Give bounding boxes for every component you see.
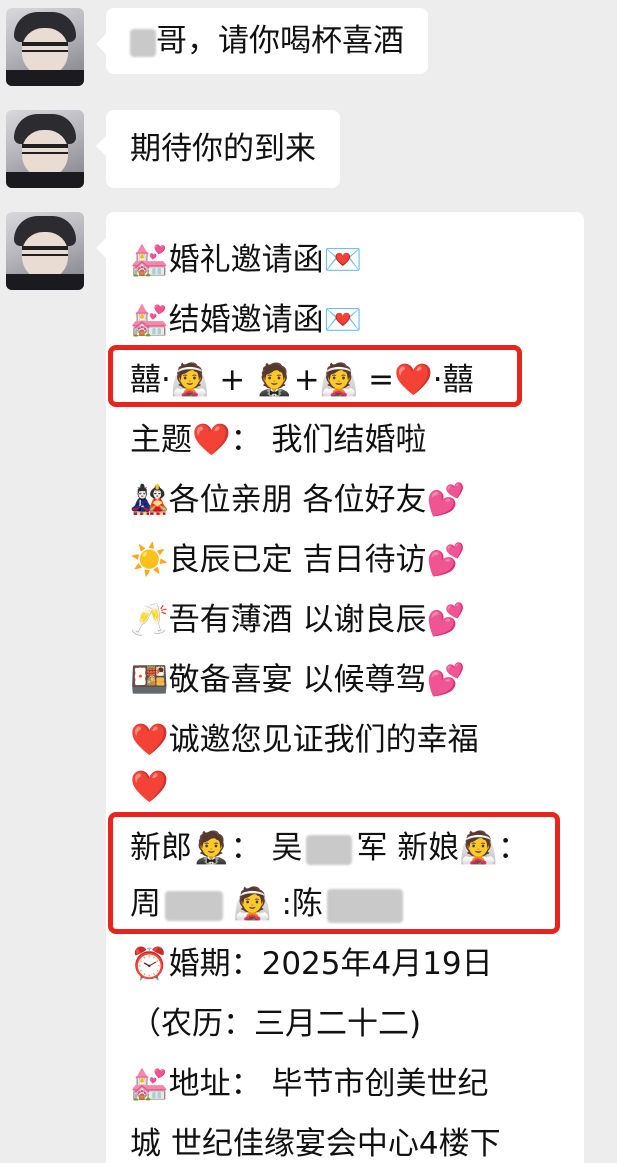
invitation-line: 💒婚礼邀请函💌	[130, 242, 363, 278]
invitation-line: 主题❤️： 我们结婚啦	[130, 422, 427, 458]
message-bubble[interactable]: 哥，请你喝杯喜酒	[96, 8, 428, 74]
invitation-line: ❤️	[130, 769, 169, 805]
invitation-line: ⏰婚期：2025年4月19日	[130, 946, 493, 982]
redacted-name	[130, 28, 156, 57]
highlight-box-equation	[108, 345, 522, 407]
message-text: 期待你的到来	[130, 131, 316, 167]
invitation-line: ☀️良辰已定 吉日待访💕	[130, 542, 466, 578]
sender-avatar[interactable]	[6, 110, 84, 188]
highlight-box-names	[108, 812, 560, 934]
message-row-1: 哥，请你喝杯喜酒	[0, 0, 617, 100]
invitation-line: 城 世纪佳缘宴会中心4楼下	[130, 1126, 501, 1162]
message-row-2: 期待你的到来	[0, 100, 617, 200]
invitation-line: 🥂吾有薄酒 以谢良辰💕	[130, 602, 466, 638]
sender-avatar[interactable]	[6, 8, 84, 86]
invitation-line: 💒地址： 毕节市创美世纪	[130, 1066, 489, 1102]
invitation-line: 💒结婚邀请函💌	[130, 302, 363, 338]
invitation-line: 🍱敬备喜宴 以候尊驾💕	[130, 662, 466, 698]
message-text: 哥，请你喝杯喜酒	[156, 23, 404, 59]
sender-avatar[interactable]	[6, 212, 84, 290]
invitation-line: （农历：三月二十二)	[130, 1006, 422, 1042]
invitation-line: ❤️诚邀您见证我们的幸福	[130, 722, 479, 758]
invitation-line: 🎎各位亲朋 各位好友💕	[130, 482, 466, 518]
message-bubble[interactable]: 期待你的到来	[96, 110, 340, 188]
